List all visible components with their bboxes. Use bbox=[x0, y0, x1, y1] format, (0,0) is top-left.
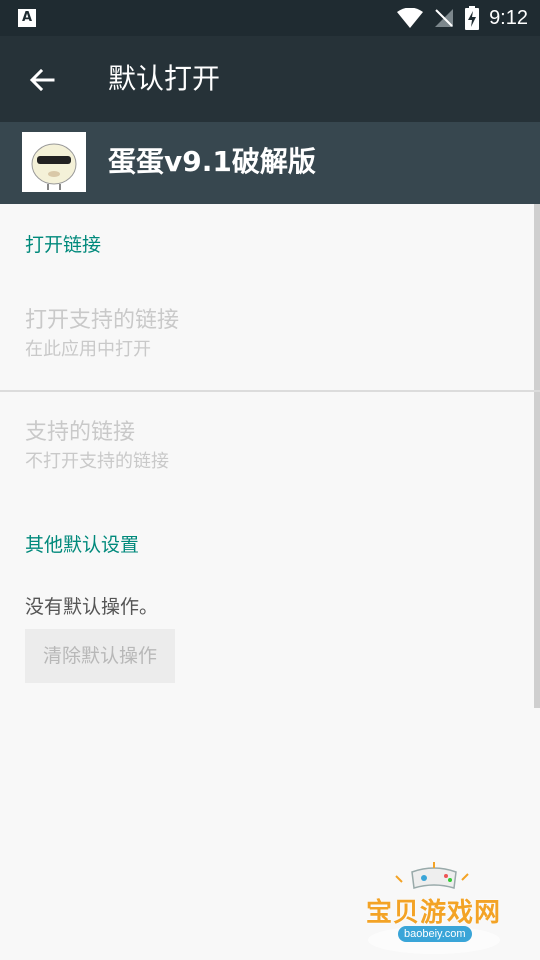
clock: 9:12 bbox=[489, 6, 528, 29]
no-defaults-text: 没有默认操作。 bbox=[25, 596, 159, 618]
no-signal-icon bbox=[435, 9, 454, 27]
pref-title: 打开支持的链接 bbox=[25, 308, 180, 333]
app-name: 蛋蛋v9.1破解版 bbox=[108, 145, 316, 178]
app-icon bbox=[22, 132, 86, 192]
app-bar: 默认打开 bbox=[0, 36, 540, 122]
pref-title: 支持的链接 bbox=[25, 420, 136, 445]
divider bbox=[0, 390, 540, 392]
status-bar: A 9:12 bbox=[0, 0, 540, 36]
section-header-open-links: 打开链接 bbox=[25, 234, 102, 256]
watermark-logo: 宝贝游戏网 baobeiy.com bbox=[362, 862, 512, 954]
section-header-other-defaults: 其他默认设置 bbox=[25, 534, 140, 556]
notification-icon: A bbox=[18, 9, 36, 27]
back-button[interactable] bbox=[20, 58, 64, 102]
scrollbar[interactable] bbox=[534, 204, 540, 708]
settings-content[interactable]: 打开链接 打开支持的链接 在此应用中打开 支持的链接 不打开支持的链接 其他默认… bbox=[0, 204, 540, 960]
pref-supported-links[interactable]: 支持的链接 不打开支持的链接 bbox=[0, 414, 534, 488]
app-header: 蛋蛋v9.1破解版 bbox=[0, 122, 540, 204]
wifi-icon bbox=[397, 8, 424, 28]
status-icons: 9:12 bbox=[397, 0, 528, 36]
pref-open-supported-links[interactable]: 打开支持的链接 在此应用中打开 bbox=[0, 300, 534, 374]
watermark-text: 宝贝游戏网 bbox=[366, 898, 502, 928]
page-title: 默认打开 bbox=[108, 62, 221, 95]
battery-charging-icon bbox=[465, 6, 480, 30]
clear-defaults-button[interactable]: 清除默认操作 bbox=[25, 629, 175, 683]
pref-summary: 在此应用中打开 bbox=[25, 339, 151, 360]
sheep-face-icon bbox=[31, 143, 77, 190]
watermark-url: baobeiy.com bbox=[398, 926, 472, 942]
pref-summary: 不打开支持的链接 bbox=[25, 451, 169, 472]
arrow-back-icon bbox=[29, 68, 55, 92]
